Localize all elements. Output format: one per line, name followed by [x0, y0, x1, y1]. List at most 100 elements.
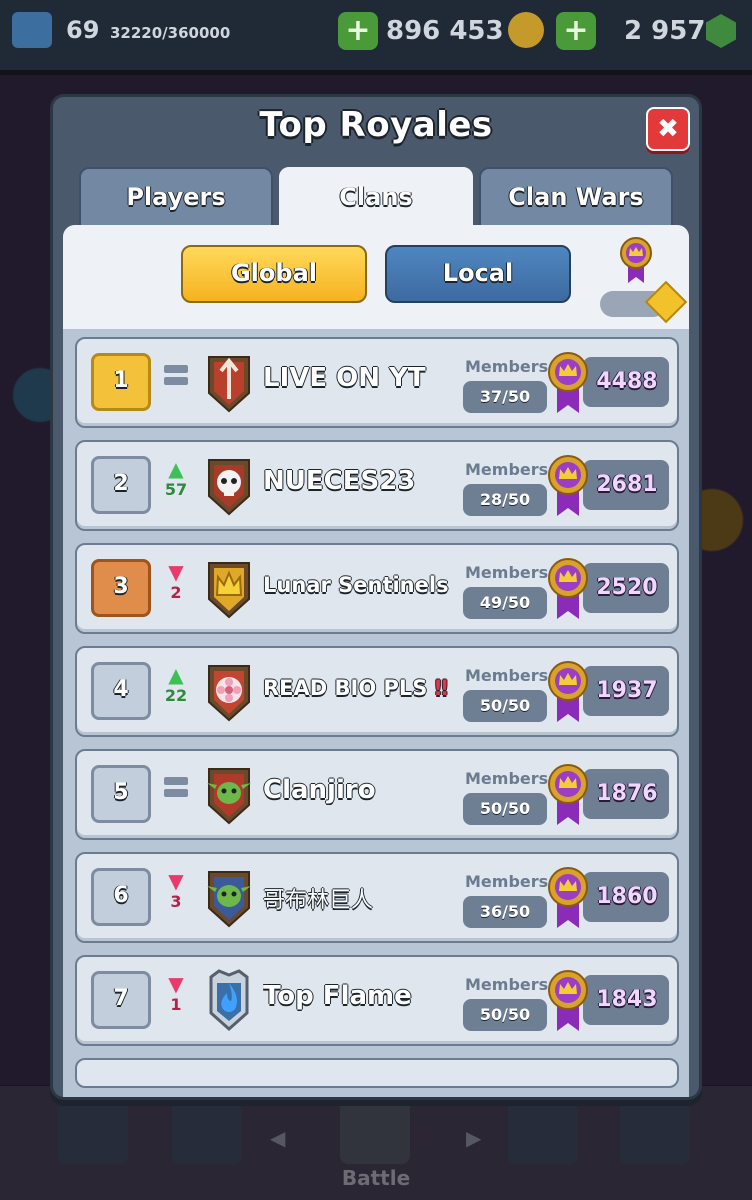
rank-number: 6 — [91, 868, 151, 926]
level-badge-icon[interactable] — [12, 12, 52, 48]
members-label: Members — [465, 769, 549, 788]
battle-tab-label: Battle — [341, 1166, 411, 1190]
level-value: 69 — [66, 16, 100, 44]
rank-number: 2 — [91, 456, 151, 514]
nav-left-arrow-icon[interactable]: ◀ — [270, 1126, 285, 1150]
clan-trophy-icon — [548, 661, 588, 722]
members-count: 28/50 — [463, 484, 547, 516]
members-count: 50/50 — [463, 793, 547, 825]
clan-trophy-icon — [548, 558, 588, 619]
clan-badge-icon — [208, 459, 250, 516]
members-label: Members — [465, 563, 549, 582]
clan-trophy-icon — [548, 764, 588, 825]
members-label: Members — [465, 357, 549, 376]
clan-name-text: NUECES23 — [263, 466, 416, 496]
clan-name-suffix: ‼ — [434, 676, 448, 700]
nav-right-arrow-icon[interactable]: ▶ — [466, 1126, 481, 1150]
rank-unchanged-icon — [161, 355, 191, 411]
members-label: Members — [465, 666, 549, 685]
clan-trophies: 1937 — [596, 678, 658, 703]
rank-number: 3 — [91, 559, 151, 617]
clan-name-text: READ BIO PLS — [263, 676, 428, 700]
clan-badge-icon — [208, 562, 250, 619]
members-label: Members — [465, 975, 549, 994]
rank-number: 4 — [91, 662, 151, 720]
clan-trophies: 1876 — [596, 781, 658, 806]
rank-change-value: 22 — [164, 686, 188, 705]
add-gold-button[interactable]: + — [338, 12, 378, 50]
clan-badge-icon — [207, 768, 251, 825]
gold-amount: 896 453 — [386, 16, 504, 46]
members-count: 37/50 — [463, 381, 547, 413]
rank-down-arrow-icon: ▼ — [168, 869, 184, 893]
tab-players[interactable]: Players — [79, 167, 273, 229]
rank-change: ▼ 3 — [161, 870, 191, 926]
clan-trophies: 4488 — [596, 369, 658, 394]
cards-tab-icon[interactable] — [172, 1100, 242, 1164]
rank-number: 5 — [91, 765, 151, 823]
rank-up-arrow-icon: ▲ — [168, 457, 184, 481]
rank-change-value: 2 — [170, 583, 182, 602]
members-count: 49/50 — [463, 587, 547, 619]
rank-number: 7 — [91, 971, 151, 1029]
clan-row-partial[interactable] — [75, 1058, 679, 1088]
rank-unchanged-icon — [161, 767, 191, 823]
gem-icon — [706, 14, 736, 48]
clan-badge-icon — [207, 871, 251, 928]
rank-change: ▼ 1 — [161, 973, 191, 1029]
clan-badge-icon — [208, 356, 250, 413]
clan-name-text: Lunar Sentinels — [263, 573, 449, 597]
local-button[interactable]: Local — [385, 245, 571, 303]
clan-name-text: LIVE ON YT — [263, 363, 426, 393]
clan-trophies: 2681 — [596, 472, 658, 497]
rank-change: ▲ 22 — [161, 664, 191, 720]
tab-clans[interactable]: Clans — [279, 167, 473, 229]
clan-row[interactable]: 4 ▲ 22 READ BIO PLS ‼ Members 50/50 1937 — [75, 646, 679, 737]
members-label: Members — [465, 460, 549, 479]
clan-row[interactable]: 1 LIVE ON YT Members 37/50 4488 — [75, 337, 679, 428]
clan-trophies: 1860 — [596, 884, 658, 909]
global-button[interactable]: Global — [181, 245, 367, 303]
rank-number: 1 — [91, 353, 151, 411]
members-count: 50/50 — [463, 690, 547, 722]
clan-row[interactable]: 2 ▲ 57 NUECES23 Members 28/50 2681 — [75, 440, 679, 531]
clan-trophy-icon — [548, 970, 588, 1031]
clan-badge-icon — [208, 665, 250, 722]
top-resource-bar: 69 32220/360000 + 896 453 + 2 957 — [0, 0, 752, 70]
clan-row[interactable]: 3 ▼ 2 Lunar Sentinels Members 49/50 2520 — [75, 543, 679, 634]
clan-trophy-icon — [548, 352, 588, 413]
battle-tab-icon[interactable] — [340, 1100, 410, 1164]
gem-amount: 2 957 — [624, 16, 706, 46]
clan-name-text: Top Flame — [263, 981, 412, 1011]
clan-name-text: Clanjiro — [263, 775, 376, 805]
leaderboard-tabs: Players Clans Clan Wars — [79, 167, 675, 229]
close-button[interactable]: ✖ — [646, 107, 690, 151]
rank-change-value: 3 — [170, 892, 182, 911]
clan-trophies: 2520 — [596, 575, 658, 600]
gold-coin-icon — [508, 12, 544, 48]
leaderboard-panel: Global Local 1 LIVE ON YT Members 37/50 — [63, 225, 689, 1097]
rank-change-value: 57 — [164, 480, 188, 499]
add-gems-button[interactable]: + — [556, 12, 596, 50]
xp-progress: 32220/360000 — [110, 24, 231, 42]
tab-clan-wars[interactable]: Clan Wars — [479, 167, 673, 229]
clan-tab-icon[interactable] — [508, 1100, 578, 1164]
rank-up-arrow-icon: ▲ — [168, 663, 184, 687]
members-count: 50/50 — [463, 999, 547, 1031]
clan-row[interactable]: 7 ▼ 1 Top Flame Members 50/50 1843 — [75, 955, 679, 1046]
clan-row[interactable]: 6 ▼ 3 哥布林巨人 Members 36/50 1860 — [75, 852, 679, 943]
members-label: Members — [465, 872, 549, 891]
clan-row[interactable]: 5 Clanjiro Members 50/50 1876 — [75, 749, 679, 840]
rank-down-arrow-icon: ▼ — [168, 560, 184, 584]
members-count: 36/50 — [463, 896, 547, 928]
rank-down-arrow-icon: ▼ — [168, 972, 184, 996]
events-tab-icon[interactable] — [620, 1100, 690, 1164]
trophy-filter-icon — [620, 237, 652, 283]
clan-name-text: 哥布林巨人 — [263, 888, 374, 913]
rank-change: ▲ 57 — [161, 458, 191, 514]
clan-badge-icon — [209, 969, 249, 1032]
shop-tab-icon[interactable] — [58, 1100, 128, 1164]
rank-change-value: 1 — [170, 995, 182, 1014]
region-filter-bar: Global Local — [63, 225, 689, 329]
modal-title: Top Royales — [259, 105, 493, 145]
